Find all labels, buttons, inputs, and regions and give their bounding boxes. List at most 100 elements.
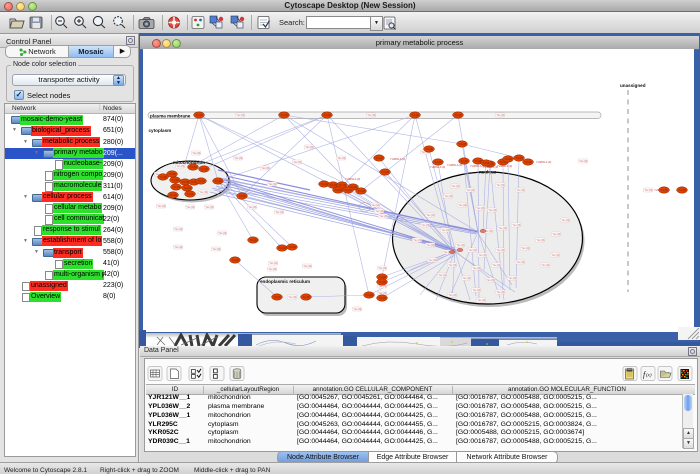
svg-text:Yxx (0): Yxx (0) [456,244,464,247]
svg-text:Yxx (0): Yxx (0) [472,267,480,270]
svg-text:Yxx (0): Yxx (0) [371,204,379,207]
svg-text:plasma membrane: plasma membrane [150,113,191,118]
svg-text:Yxx (0): Yxx (0) [476,207,484,210]
svg-text:Yxx(0): Yxx(0) [198,179,206,183]
svg-text:Yxx (0): Yxx (0) [458,204,466,207]
svg-text:Yxx(0): Yxx(0) [239,194,247,198]
svg-text:Yxx (0): Yxx (0) [186,206,194,209]
svg-text:Yxx (0): Yxx (0) [478,254,486,257]
svg-text:Yxx (0): Yxx (0) [472,289,480,292]
svg-text:Yxx (0): Yxx (0) [353,308,361,311]
svg-text:Yxx(0): Yxx(0) [435,160,443,164]
svg-text:Yxx(0): Yxx(0) [376,156,384,160]
svg-text:Yxx(0): Yxx(0) [426,147,434,151]
svg-text:Yxx(0): Yxx(0) [324,113,332,117]
svg-text:Yxx (0): Yxx (0) [378,285,386,288]
svg-text:Yxx (0): Yxx (0) [375,210,383,213]
svg-text:Yxx (0): Yxx (0) [269,262,277,265]
svg-text:Yxx (0): Yxx (0) [176,165,184,168]
svg-text:Yxx (0): Yxx (0) [561,219,569,222]
svg-text:Yxx(0): Yxx(0) [187,192,195,196]
svg-text:Yxx (0): Yxx (0) [466,189,474,192]
svg-text:Yxx (0): Yxx (0) [337,157,345,160]
svg-text:Yxx (0): Yxx (0) [378,267,386,270]
svg-text:Yxx (0): Yxx (0) [488,209,496,212]
svg-text:Yxx(0): Yxx(0) [379,275,387,279]
svg-text:unassigned: unassigned [620,83,646,88]
svg-text:Yxx (0): Yxx (0) [492,264,500,267]
svg-text:Yxl36W-A (0): Yxl36W-A (0) [390,157,405,161]
svg-text:Yxx(0): Yxx(0) [321,182,329,186]
svg-text:Yxx(0): Yxx(0) [274,295,282,299]
svg-text:Yxx (0): Yxx (0) [468,249,476,252]
svg-text:(x): (x) [646,374,652,379]
svg-text:Yxx(0): Yxx(0) [330,183,338,187]
svg-text:Yxx(0): Yxx(0) [345,188,353,192]
svg-text:Yxx(0): Yxx(0) [201,167,209,171]
svg-text:Yxx (0): Yxx (0) [205,206,213,209]
svg-text:nucleus: nucleus [479,170,497,175]
svg-text:Yxx (0): Yxx (0) [421,224,429,227]
svg-text:Yxx (0): Yxx (0) [192,152,200,155]
svg-text:Yxx(0): Yxx(0) [170,193,178,197]
svg-text:Yxx (0): Yxx (0) [512,224,520,227]
svg-text:Yxx (0): Yxx (0) [218,232,226,235]
svg-text:Yxx (0): Yxx (0) [236,114,244,117]
svg-text:Yxx (0): Yxx (0) [293,161,301,164]
svg-text:Yxx (0): Yxx (0) [275,211,283,214]
svg-text:Yxx(0): Yxx(0) [173,185,181,189]
svg-text:Yxx (0): Yxx (0) [426,214,434,217]
svg-text:Yxx (0): Yxx (0) [426,244,434,247]
svg-text:Yxx (0): Yxx (0) [305,146,313,149]
svg-text:Yxx(0): Yxx(0) [160,175,168,179]
svg-text:Yxx (0): Yxx (0) [261,167,269,170]
svg-text:Yxx(0): Yxx(0) [412,113,420,117]
svg-text:Yxx(0): Yxx(0) [679,188,687,192]
svg-text:Yxx(0): Yxx(0) [505,157,513,161]
svg-text:Yxx (0): Yxx (0) [516,189,524,192]
svg-text:Yxx(0): Yxx(0) [250,238,258,242]
svg-text:Yxx(0): Yxx(0) [215,179,223,183]
svg-text:Yxx (0): Yxx (0) [174,246,182,249]
svg-text:Yxx (0): Yxx (0) [521,247,529,250]
svg-text:Yxx(0): Yxx(0) [232,258,240,262]
svg-text:Yxx(0): Yxx(0) [358,189,366,193]
svg-text:Yxx(0): Yxx(0) [379,280,387,284]
svg-text:Yxx (0): Yxx (0) [551,254,559,257]
svg-text:Yxx (0): Yxx (0) [428,259,436,262]
svg-text:Yxx (0): Yxx (0) [379,215,387,218]
svg-text:Yxx(0): Yxx(0) [339,183,347,187]
svg-text:Yxx(0): Yxx(0) [335,188,343,192]
svg-text:Yxx (0): Yxx (0) [516,261,524,264]
svg-text:Yxx (0): Yxx (0) [367,114,375,117]
svg-text:Yxx (0): Yxx (0) [212,248,220,251]
svg-text:Yxx(0): Yxx(0) [525,160,533,164]
svg-text:Yxx (0): Yxx (0) [579,160,587,163]
svg-text:Yxx (0): Yxx (0) [462,277,470,280]
svg-text:Yxx (0): Yxx (0) [303,265,311,268]
svg-text:Yxx (0): Yxx (0) [268,183,276,186]
svg-text:Yxx (0): Yxx (0) [451,185,459,188]
svg-text:mitochondrion: mitochondrion [173,160,205,165]
svg-text:Yxx(0): Yxx(0) [303,295,311,299]
svg-text:Yxx (0): Yxx (0) [496,114,504,117]
svg-text:Yxx (0): Yxx (0) [498,227,506,230]
svg-text:Yxx (0): Yxx (0) [438,274,446,277]
svg-text:Yxx(0): Yxx(0) [289,245,297,249]
svg-text:Yxx(0): Yxx(0) [516,156,524,160]
svg-text:Yxx(0): Yxx(0) [279,246,287,250]
svg-text:cytoplasm: cytoplasm [149,128,172,133]
svg-text:Yxx (0): Yxx (0) [174,228,182,231]
svg-text:Yxx (0): Yxx (0) [448,294,456,297]
svg-text:Yxx(0): Yxx(0) [379,296,387,300]
svg-text:Yxx(0): Yxx(0) [461,159,469,163]
svg-text:Yxx(0): Yxx(0) [366,293,374,297]
svg-text:Yxl36W-A (0): Yxl36W-A (0) [430,165,445,169]
svg-text:Yxx (0): Yxx (0) [444,195,452,198]
svg-text:Yxx(0): Yxx(0) [182,180,190,184]
svg-text:Yxx (0): Yxx (0) [644,189,652,192]
svg-text:Yxx (0): Yxx (0) [541,264,549,267]
svg-text:Yxx (0): Yxx (0) [508,277,516,280]
svg-text:Yxx (0): Yxx (0) [199,191,207,194]
svg-text:Yxx(0): Yxx(0) [382,170,390,174]
